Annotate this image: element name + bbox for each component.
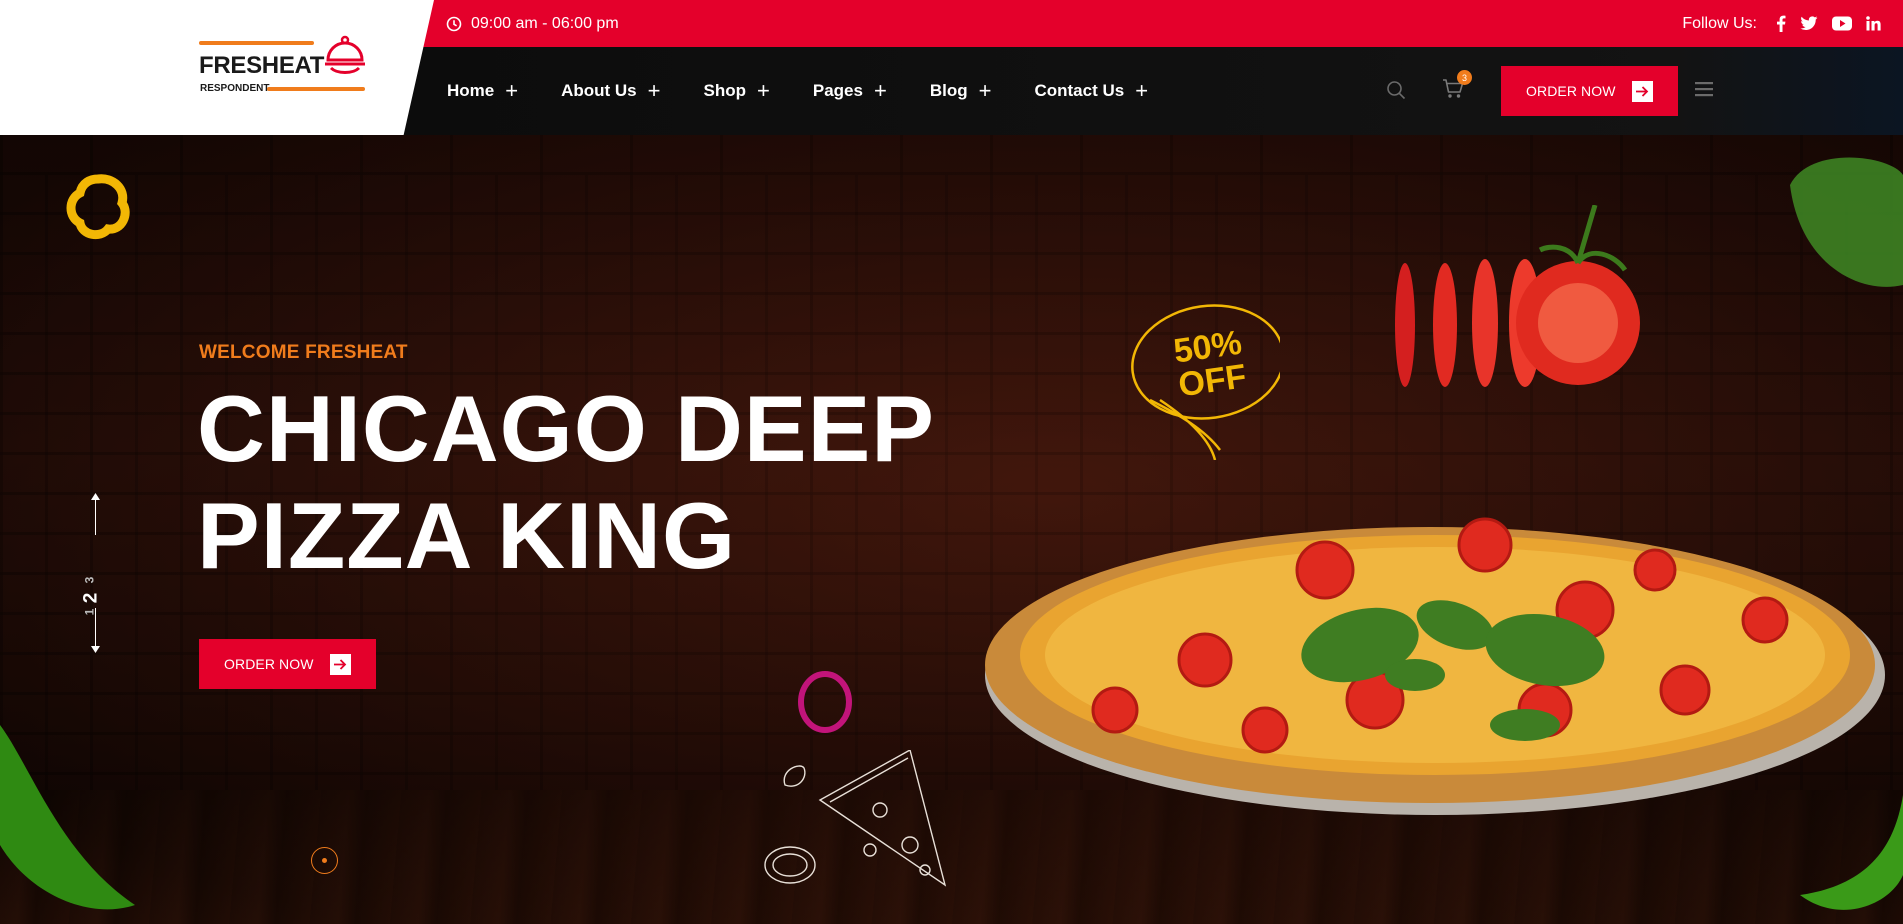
- nav-item-shop[interactable]: Shop +: [704, 80, 770, 102]
- header-order-button[interactable]: ORDER NOW: [1501, 66, 1678, 116]
- basil-leaf-icon: [1790, 157, 1903, 287]
- plus-icon: +: [757, 78, 770, 103]
- logo-panel: FRESHEAT RESPONDENT: [0, 0, 434, 135]
- hamburger-menu-icon[interactable]: [1695, 81, 1713, 97]
- nav-label: Contact Us: [1034, 81, 1125, 100]
- logo[interactable]: FRESHEAT RESPONDENT: [199, 34, 369, 94]
- social-links: Follow Us:: [1682, 15, 1881, 33]
- logo-line-bottom: [267, 87, 365, 91]
- hero-title-line: CHICAGO DEEP: [197, 376, 935, 481]
- plus-icon: +: [647, 78, 661, 103]
- arrow-right-icon: [329, 653, 351, 675]
- twitter-icon[interactable]: [1800, 16, 1818, 31]
- linkedin-icon[interactable]: [1866, 16, 1881, 31]
- badge-off: OFF: [1176, 357, 1249, 405]
- pizza-image: [985, 517, 1885, 815]
- tomato-slices-icon: [1395, 205, 1640, 387]
- main-menu: Home + About Us + Shop + Pages + Blog + Conta…: [447, 80, 1191, 102]
- brand-name: FRESHEAT: [199, 52, 325, 79]
- nav-label: Blog: [929, 81, 968, 100]
- cloche-icon: [325, 35, 365, 74]
- pizza-slice-doodle-icon: [764, 750, 947, 887]
- plus-icon: +: [978, 78, 992, 103]
- onion-ring-icon: [798, 671, 852, 733]
- slide-number[interactable]: 3: [82, 577, 96, 584]
- nav-label: About Us: [561, 81, 637, 100]
- badge-text: 50% OFF: [1171, 324, 1249, 405]
- logo-line-top: [199, 41, 314, 45]
- nav-item-blog[interactable]: Blog +: [930, 80, 992, 102]
- opening-hours: 09:00 am - 06:00 pm: [446, 15, 619, 33]
- hero-order-button[interactable]: ORDER NOW: [199, 639, 376, 689]
- follow-label: Follow Us:: [1682, 14, 1757, 32]
- pager-line-bottom: [95, 608, 96, 648]
- slide-pager: 1 2 3: [64, 493, 124, 653]
- arrow-down-icon[interactable]: [91, 646, 100, 653]
- order-label: ORDER NOW: [1526, 83, 1616, 99]
- search-icon[interactable]: [1386, 80, 1406, 100]
- nav-item-about[interactable]: About Us +: [561, 80, 660, 102]
- plus-icon: +: [873, 78, 887, 103]
- clock-icon: [446, 16, 462, 31]
- main-navbar: Home + About Us + Shop + Pages + Blog + Conta…: [402, 47, 1903, 135]
- yellow-pepper-icon: [66, 174, 130, 240]
- cart-count-badge: 3: [1457, 70, 1472, 85]
- top-bar: 09:00 am - 06:00 pm Follow Us:: [420, 0, 1903, 47]
- nav-item-pages[interactable]: Pages +: [813, 80, 887, 102]
- nav-label: Home: [447, 81, 495, 100]
- arrow-up-icon[interactable]: [91, 493, 100, 500]
- pager-line-top: [95, 495, 96, 535]
- plus-icon: +: [1135, 78, 1149, 103]
- hours-text: 09:00 am - 06:00 pm: [471, 14, 619, 32]
- discount-badge: 50% OFF: [1120, 300, 1285, 465]
- facebook-icon[interactable]: [1776, 15, 1786, 32]
- hero-title-line: PIZZA KING: [197, 483, 737, 588]
- hero-eyebrow: WELCOME FRESHEAT: [199, 342, 408, 363]
- nav-item-home[interactable]: Home +: [447, 80, 518, 102]
- nav-label: Pages: [812, 81, 863, 100]
- green-chili-icon: [0, 725, 135, 910]
- hero-title: CHICAGO DEEP PIZZA KING: [197, 375, 935, 589]
- plus-icon: +: [505, 78, 519, 103]
- nav-label: Shop: [703, 81, 747, 100]
- arrow-right-icon: [1631, 80, 1653, 102]
- hero-section: WELCOME FRESHEAT CHICAGO DEEP PIZZA KING…: [0, 135, 1903, 924]
- youtube-icon[interactable]: [1832, 16, 1852, 31]
- brand-tagline: RESPONDENT: [200, 83, 270, 94]
- nav-item-contact[interactable]: Contact Us +: [1034, 80, 1148, 102]
- slide-number-active[interactable]: 2: [80, 593, 102, 604]
- order-label: ORDER NOW: [224, 656, 314, 672]
- scroll-indicator[interactable]: [311, 847, 338, 874]
- cart-button[interactable]: 3: [1442, 70, 1472, 104]
